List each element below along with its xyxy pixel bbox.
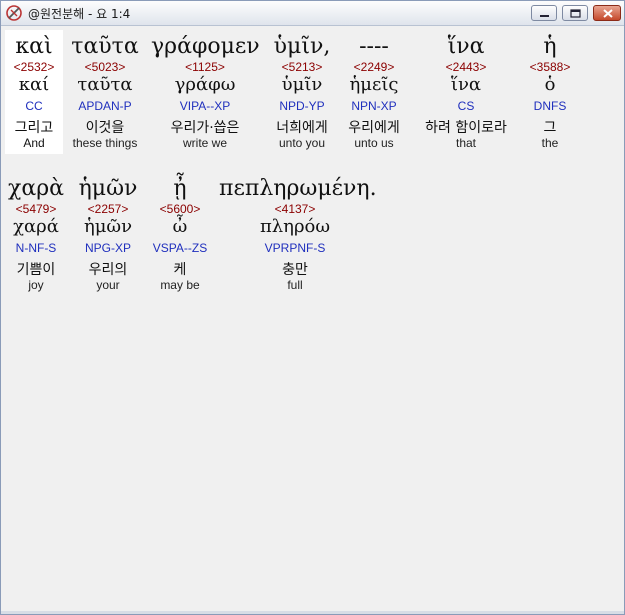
word-cell[interactable]: ᾖ <5600> ὦ VSPA--ZS 케 may be <box>145 172 215 296</box>
english-gloss: unto us <box>354 136 394 150</box>
korean-gloss: 우리의 <box>88 262 128 278</box>
english-gloss: the <box>541 136 559 150</box>
app-logo-icon <box>5 4 23 22</box>
lemma-text: ἡμῶν <box>83 216 133 237</box>
lemma-text: ὁ <box>544 74 556 95</box>
parse-code: N-NF-S <box>15 241 57 255</box>
strong-number: <3588> <box>529 60 571 74</box>
strong-number: <2443> <box>445 60 487 74</box>
korean-gloss: 케 <box>173 262 187 278</box>
minimize-icon <box>540 15 549 17</box>
korean-gloss: 우리가·씁은 <box>170 120 240 136</box>
word-cell[interactable]: ταῦτα <5023> ταῦτα APDAN-P 이것을 these thi… <box>67 30 143 154</box>
english-gloss: joy <box>28 278 44 292</box>
greek-text: καὶ <box>15 34 53 59</box>
english-gloss: unto you <box>278 136 326 150</box>
parse-code: VSPA--ZS <box>152 241 208 255</box>
lemma-text: ταῦτα <box>77 74 133 95</box>
strong-number: <5213> <box>281 60 323 74</box>
strong-number: <2249> <box>353 60 395 74</box>
word-cell[interactable]: ἡ <3588> ὁ DNFS 그 the <box>523 30 577 154</box>
korean-gloss: 우리에게 <box>348 120 400 136</box>
strong-number: <2532> <box>13 60 55 74</box>
greek-text: ὑμῖν, <box>273 34 331 59</box>
strong-number: <4137> <box>274 202 316 216</box>
korean-gloss: 기쁨이 <box>16 262 56 278</box>
lemma-text: ὑμῖν <box>281 74 323 95</box>
korean-gloss: 그 <box>543 120 557 136</box>
lemma-text: γράφω <box>174 74 236 95</box>
parse-code: DNFS <box>533 99 567 113</box>
word-cell[interactable]: ἵνα <2443> ἵνα CS 하려 함이로라 that <box>413 30 519 154</box>
word-cell[interactable]: ἡμῶν <2257> ἡμῶν NPG-XP 우리의 your <box>75 172 141 296</box>
parse-code: APDAN-P <box>78 99 132 113</box>
greek-text: ἵνα <box>447 34 485 59</box>
parse-code: NPG-XP <box>84 241 131 255</box>
korean-gloss: 너희에게 <box>276 120 328 136</box>
close-button[interactable] <box>593 5 621 21</box>
korean-gloss: 그리고 <box>14 120 54 136</box>
strong-number: <5600> <box>159 202 201 216</box>
lemma-text: ἵνα <box>450 74 482 95</box>
korean-gloss: 이것을 <box>85 120 125 136</box>
parse-code: VPRPNF-S <box>264 241 326 255</box>
greek-text: ἡμῶν <box>78 176 138 201</box>
word-cell[interactable]: ---- <2249> ἡμεῖς NPN-XP 우리에게 unto us <box>341 30 407 154</box>
verse-row-2: χαρὰ <5479> χαρά N-NF-S 기쁨이 joy ἡμῶν <22… <box>5 172 622 312</box>
strong-number: <5023> <box>84 60 126 74</box>
title-bar[interactable]: @원전분해 - 요 1:4 <box>1 1 624 26</box>
word-cell[interactable]: ὑμῖν, <5213> ὑμῖν NPD-YP 너희에게 unto you <box>267 30 337 154</box>
korean-gloss: 충만 <box>282 262 308 278</box>
lemma-text: χαρά <box>13 216 59 237</box>
english-gloss: full <box>287 278 303 292</box>
greek-text: ᾖ <box>173 176 187 201</box>
maximize-icon <box>570 9 581 18</box>
english-gloss: these things <box>72 136 138 150</box>
lemma-text: ἡμεῖς <box>349 74 399 95</box>
english-gloss: that <box>455 136 476 150</box>
word-cell[interactable]: πεπληρωμένη. <4137> πληρόω VPRPNF-S 충만 f… <box>219 172 377 296</box>
strong-number: <5479> <box>15 202 57 216</box>
greek-text: ταῦτα <box>71 34 139 59</box>
window-title: @원전분해 - 요 1:4 <box>28 7 131 21</box>
lemma-text: καί <box>18 74 50 95</box>
english-gloss: write we <box>182 136 227 150</box>
maximize-button[interactable] <box>562 5 588 21</box>
parse-code: CC <box>25 99 43 113</box>
word-cell[interactable]: χαρὰ <5479> χαρά N-NF-S 기쁨이 joy <box>5 172 67 296</box>
interlinear-panel: καὶ <2532> καί CC 그리고 And ταῦτα <5023> τ… <box>5 26 622 611</box>
greek-text: ἡ <box>543 34 557 59</box>
parse-code: NPN-XP <box>351 99 397 113</box>
lemma-text: ὦ <box>172 216 188 237</box>
strong-number: <2257> <box>87 202 129 216</box>
lemma-text: πληρόω <box>259 216 331 237</box>
greek-text: ---- <box>359 34 389 59</box>
greek-text: γράφομεν <box>151 34 260 59</box>
english-gloss: your <box>96 278 120 292</box>
english-gloss: may be <box>160 278 200 292</box>
english-gloss: And <box>23 136 45 150</box>
strong-number: <1125> <box>185 60 225 74</box>
parse-code: CS <box>457 99 475 113</box>
word-cell[interactable]: καὶ <2532> καί CC 그리고 And <box>5 30 63 154</box>
greek-text: χαρὰ <box>8 176 64 201</box>
window-bottom-edge <box>1 611 624 614</box>
parse-code: VIPA--XP <box>179 99 231 113</box>
word-cell[interactable]: γράφομεν <1125> γράφω VIPA--XP 우리가·씁은 wr… <box>151 30 260 154</box>
korean-gloss: 하려 함이로라 <box>425 120 507 136</box>
close-icon <box>603 9 613 18</box>
minimize-button[interactable] <box>531 5 557 21</box>
parse-code: NPD-YP <box>279 99 325 113</box>
app-window: @원전분해 - 요 1:4 καὶ <2532> καί CC 그리고 And … <box>0 0 625 615</box>
greek-text: πεπληρωμένη. <box>219 176 377 201</box>
verse-row-1: καὶ <2532> καί CC 그리고 And ταῦτα <5023> τ… <box>5 30 622 170</box>
